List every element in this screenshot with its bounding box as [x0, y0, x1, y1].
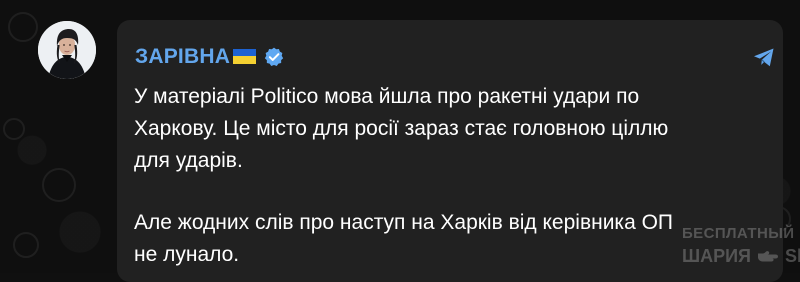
- watermark: БЕСПЛАТНЫЙ НАСТОЯЩИЙ ШАРИЯ Sharij.net: [682, 226, 800, 265]
- pointing-hand-icon: [757, 251, 778, 262]
- watermark-brand: ШАРИЯ: [682, 246, 751, 266]
- ukraine-flag-icon: [233, 48, 257, 64]
- message-text: У матеріалі Politico мова йшла про ракет…: [134, 81, 764, 271]
- message-paragraph: У матеріалі Politico мова йшла про ракет…: [134, 85, 669, 172]
- background-doodle: [13, 232, 39, 258]
- background-doodle: [8, 12, 38, 42]
- verified-badge-icon: [264, 47, 284, 66]
- watermark-brand-row: ШАРИЯ Sharij.net: [682, 247, 800, 265]
- channel-header: ЗАРІВНА: [135, 42, 285, 72]
- background-doodle: [42, 168, 76, 202]
- background-doodle: [3, 118, 25, 140]
- channel-avatar[interactable]: [38, 21, 96, 79]
- channel-name[interactable]: ЗАРІВНА: [135, 45, 230, 69]
- telegram-share-icon[interactable]: [751, 44, 777, 70]
- message-paragraph: Але жодних слів про наступ на Харків від…: [134, 211, 674, 266]
- watermark-site: Sharij.net: [784, 246, 800, 266]
- watermark-top-text: БЕСПЛАТНЫЙ НАСТОЯЩИЙ: [682, 225, 800, 242]
- avatar-image: [38, 21, 96, 79]
- message-bubble: ЗАРІВНА У матеріалі Politico мова йшла п…: [117, 20, 800, 282]
